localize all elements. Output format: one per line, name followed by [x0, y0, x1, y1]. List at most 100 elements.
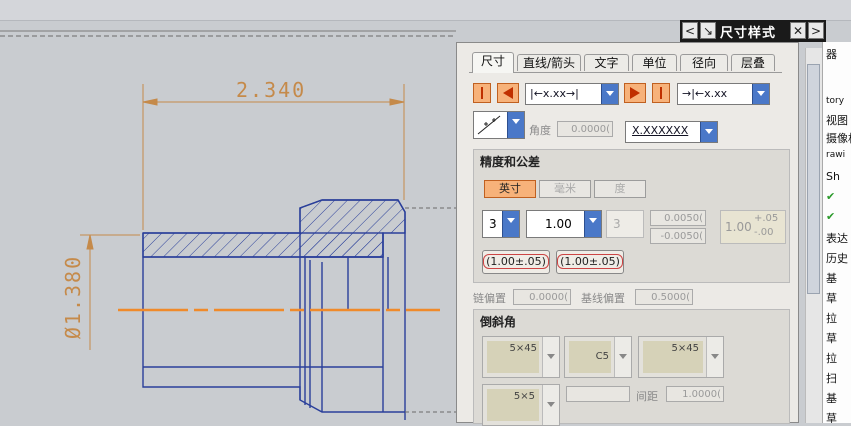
spacing-field[interactable]: 1.0000( — [666, 386, 724, 402]
chevron-down-icon[interactable] — [507, 112, 524, 138]
tolerance-preview-lower: -.00 — [754, 227, 774, 238]
check-icon[interactable]: ✔ — [826, 210, 835, 223]
tolerance-preview: 1.00 +.05 -.00 — [720, 210, 786, 244]
chamfer-5x45-leader-icon: 5×45 — [643, 341, 703, 373]
tolerance-format-button-2[interactable]: (1.00±.05) — [556, 250, 624, 274]
tree-item[interactable]: 拉 — [826, 350, 837, 366]
precision-dropdown[interactable]: 3 — [482, 210, 520, 238]
chamfer-style-3-dropdown[interactable]: 5×45 — [638, 336, 724, 378]
tolerance-precision-value: 3 — [613, 217, 621, 231]
chamfer-group: 倒斜角 5×45 C5 5×45 5×5 间距 1.0000( — [473, 309, 790, 426]
tree-item[interactable]: Sh — [826, 170, 840, 183]
arrow-left-button[interactable] — [497, 83, 519, 103]
baseline-offset-field[interactable]: 0.5000( — [635, 289, 693, 305]
oblique-dimension-dropdown[interactable] — [473, 111, 525, 139]
chamfer-opt3-label: 5×45 — [671, 343, 699, 354]
tab-dimension[interactable]: 尺寸 — [472, 52, 514, 73]
chamfer-opt2-label: C5 — [595, 351, 609, 362]
tree-item[interactable]: 草 — [826, 290, 837, 306]
prev-arrow-icon[interactable]: < — [682, 22, 698, 39]
baseline-offset-label: 基线偏置 — [581, 292, 625, 305]
chamfer-5x45-icon: 5×45 — [487, 341, 539, 373]
tree-item[interactable]: 基 — [826, 270, 837, 286]
chamfer-style-2-dropdown[interactable]: C5 — [564, 336, 632, 378]
precision-tolerance-group: 精度和公差 英寸 毫米 度 3 1.00 3 0.0050( -0.0050( … — [473, 149, 790, 283]
chevron-down-icon[interactable] — [502, 211, 519, 237]
tab-line-arrow[interactable]: 直线/箭头 — [517, 54, 581, 71]
part-navigator-panel: 器 tory 视图 摄像机 rawi Sh ✔ ✔ 表达 历史 基 草 拉 草 … — [822, 42, 851, 423]
dialog-title-bar[interactable]: < ↘ 尺寸样式 ✕ > — [680, 20, 826, 42]
tree-item[interactable]: 草 — [826, 330, 837, 346]
check-icon[interactable]: ✔ — [826, 190, 835, 203]
pin-icon[interactable]: ↘ — [700, 22, 716, 39]
chevron-down-icon[interactable] — [706, 337, 723, 377]
chevron-down-icon[interactable] — [584, 211, 601, 237]
chevron-down-icon[interactable] — [542, 385, 559, 425]
lower-tolerance-field[interactable]: -0.0050( — [650, 228, 706, 244]
tab-layer[interactable]: 层叠 — [731, 54, 775, 71]
oblique-dim-icon — [477, 115, 501, 135]
dialog-title: 尺寸样式 — [720, 26, 777, 41]
chevron-down-icon[interactable] — [601, 84, 618, 104]
arrow-right-button[interactable] — [624, 83, 646, 103]
scrollbar-thumb[interactable] — [807, 64, 820, 294]
tolerance-preview-upper: +.05 — [754, 213, 779, 224]
tree-item[interactable]: 草 — [826, 410, 837, 423]
tab-units[interactable]: 单位 — [632, 54, 677, 71]
placement-type-dropdown[interactable]: |←x.xx→| — [525, 83, 619, 105]
chamfer-style-4-dropdown[interactable]: 5×5 — [482, 384, 560, 426]
chamfer-style-1-dropdown[interactable]: 5×45 — [482, 336, 560, 378]
tree-item[interactable]: tory — [826, 96, 844, 106]
tolerance-preview-main: 1.00 — [725, 220, 752, 234]
dim-placement-manual-button[interactable] — [473, 83, 491, 103]
spacing-label: 间距 — [636, 390, 658, 403]
tree-item[interactable]: 表达 — [826, 230, 848, 246]
unit-inch-button[interactable]: 英寸 — [484, 180, 536, 198]
vertical-dimension-text[interactable]: Ø1.380 — [61, 242, 85, 352]
tolerance-type-dropdown[interactable]: 1.00 — [526, 210, 602, 238]
text-placement-dropdown[interactable]: →|←x.xx — [677, 83, 770, 105]
unit-degree-button[interactable]: 度 — [594, 180, 646, 198]
panel-header: 器 — [826, 48, 837, 61]
upper-tolerance-field[interactable]: 0.0050( — [650, 210, 706, 226]
precision-value: 3 — [489, 217, 497, 231]
horizontal-dimension-text[interactable]: 2.340 — [236, 78, 306, 102]
chamfer-c5-icon: C5 — [569, 341, 611, 373]
top-strip — [0, 0, 851, 21]
tree-item[interactable]: 基 — [826, 390, 837, 406]
tree-item[interactable]: 拉 — [826, 310, 837, 326]
tolerance-format-2-label: (1.00±.05) — [557, 254, 623, 269]
tree-item[interactable]: 扫 — [826, 370, 837, 386]
placement-type-sample: |←x.xx→| — [530, 87, 579, 100]
tolerance-format-1-label: (1.00±.05) — [483, 254, 549, 269]
tree-item[interactable]: rawi — [826, 150, 845, 160]
chain-offset-field[interactable]: 0.0000( — [513, 289, 571, 305]
tolerance-type-value: 1.00 — [545, 217, 572, 231]
chamfer-text-field[interactable] — [566, 386, 630, 402]
chevron-down-icon[interactable] — [542, 337, 559, 377]
angle-label: 角度 — [529, 124, 551, 137]
chevron-down-icon[interactable] — [752, 84, 769, 104]
tolerance-format-button-1[interactable]: (1.00±.05) — [482, 250, 550, 274]
tab-text[interactable]: 文字 — [584, 54, 629, 71]
dimension-style-dialog: 尺寸 直线/箭头 文字 单位 径向 层叠 |←x.xx→| →|←x.xx 角度… — [456, 42, 799, 426]
angle-field[interactable]: 0.0000( — [557, 121, 613, 137]
close-icon[interactable]: ✕ — [790, 22, 806, 39]
unit-mm-button[interactable]: 毫米 — [539, 180, 591, 198]
chain-offset-label: 链偏置 — [473, 292, 506, 305]
chevron-down-icon[interactable] — [614, 337, 631, 377]
chamfer-opt1-label: 5×45 — [509, 343, 537, 354]
text-placement-sample: →|←x.xx — [682, 87, 728, 100]
dim-line-button[interactable] — [652, 83, 670, 103]
chevron-down-icon[interactable] — [700, 122, 717, 142]
precision-group-title: 精度和公差 — [480, 155, 541, 169]
chamfer-5x5-icon: 5×5 — [487, 389, 539, 421]
text-format-dropdown[interactable]: X.XXXXXX — [625, 121, 718, 143]
tree-item[interactable]: 摄像机 — [826, 130, 851, 146]
next-arrow-icon[interactable]: > — [808, 22, 824, 39]
tolerance-precision-dropdown[interactable]: 3 — [606, 210, 644, 238]
tab-radial[interactable]: 径向 — [680, 54, 728, 71]
tree-item[interactable]: 视图 — [826, 112, 848, 128]
chamfer-opt4-label: 5×5 — [513, 391, 535, 402]
tree-item[interactable]: 历史 — [826, 250, 848, 266]
